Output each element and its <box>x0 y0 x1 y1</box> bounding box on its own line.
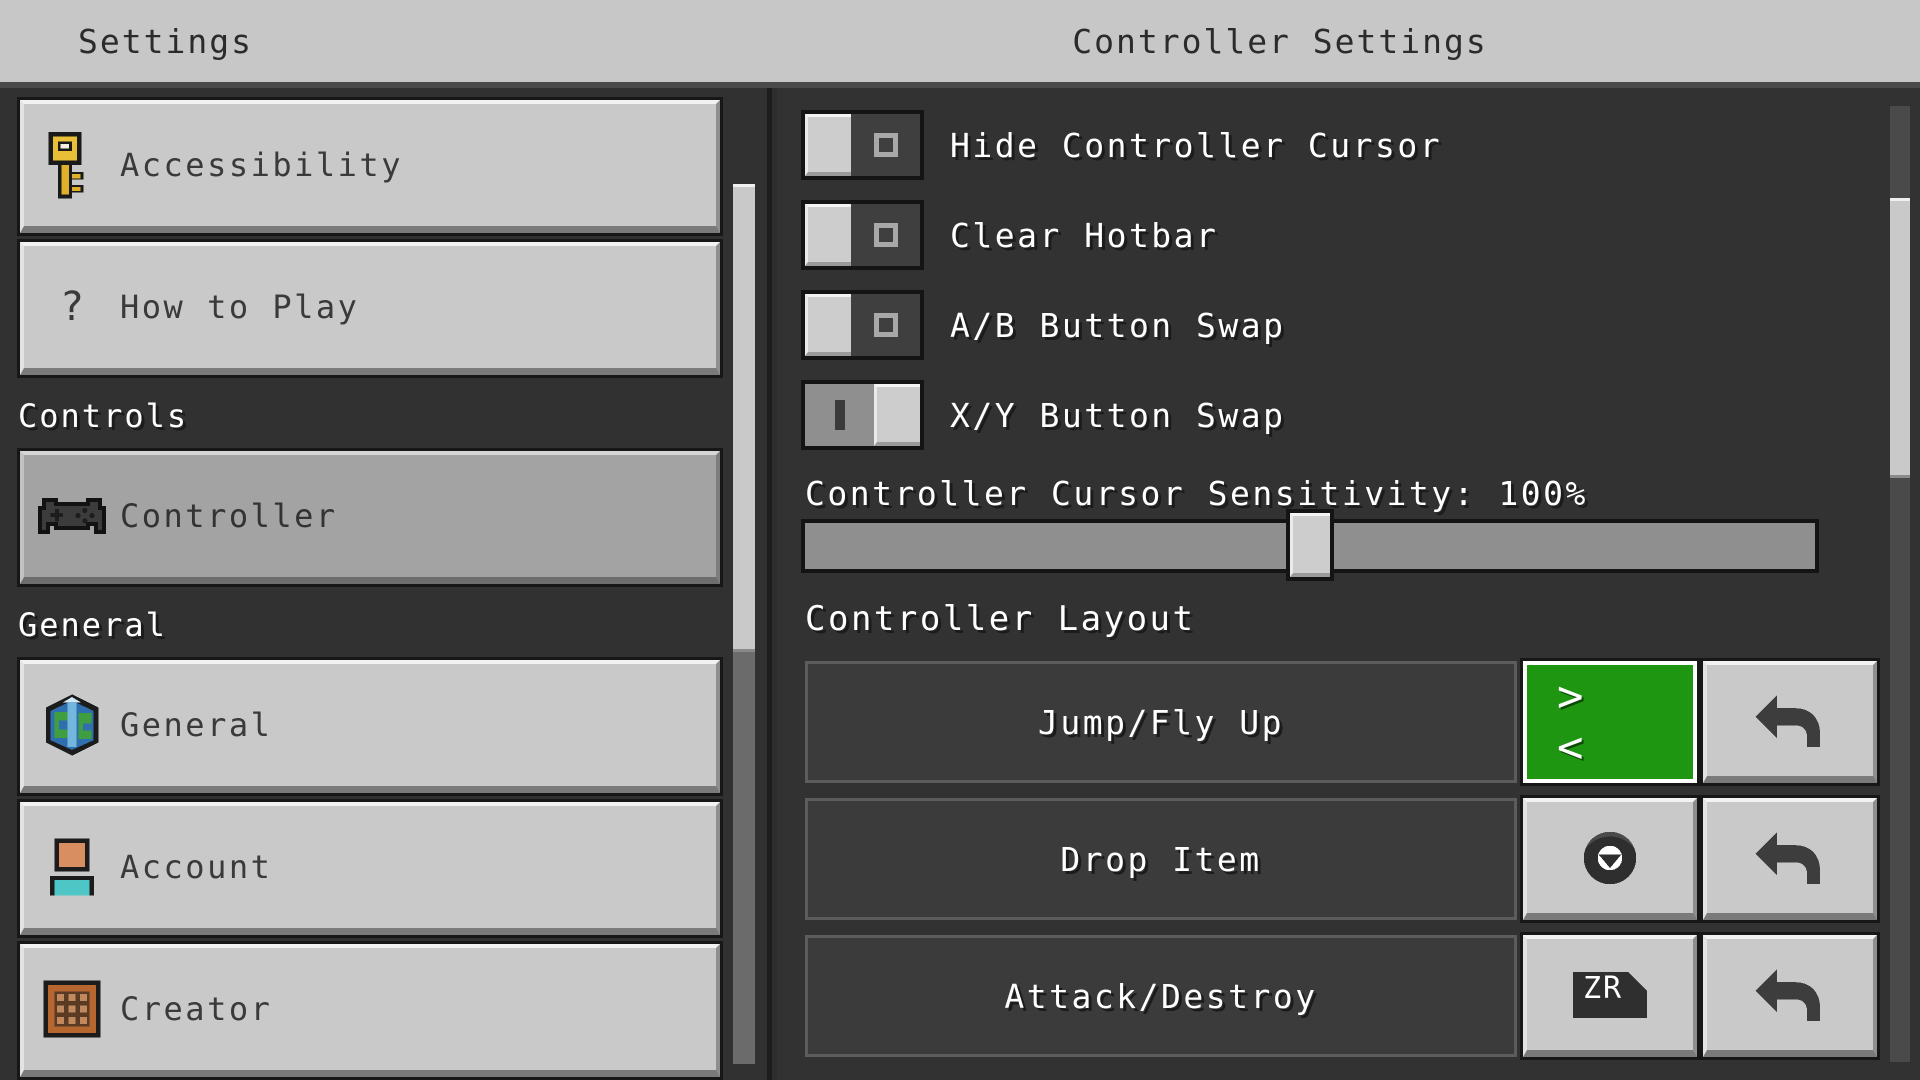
toggle-label: Clear Hotbar <box>950 215 1219 255</box>
toggle-off-icon <box>873 223 898 247</box>
key-icon <box>24 104 120 226</box>
binding-button-attack-destroy[interactable]: ZR <box>1520 932 1700 1060</box>
sidebar-item-label: General <box>120 706 273 744</box>
toggle-knob <box>805 114 851 176</box>
revert-button-attack-destroy[interactable] <box>1700 932 1880 1060</box>
setting-row-ab-button-swap: A/B Button Swap <box>801 280 1877 370</box>
toggle-track <box>851 294 920 356</box>
binding-row-drop-item: Drop Item <box>805 795 1880 923</box>
toggle-label: A/B Button Swap <box>950 305 1286 345</box>
question-mark-icon: ? <box>59 284 85 330</box>
sidebar-scrollbar-thumb[interactable] <box>733 184 755 652</box>
sidebar-item-account[interactable]: Account <box>17 799 723 938</box>
sidebar-item-label: Accessibility <box>120 146 403 184</box>
binding-row-jump-fly-up: Jump/Fly Up > < <box>805 658 1880 786</box>
trigger-button-icon: ZR <box>1564 957 1656 1033</box>
revert-button-drop-item[interactable] <box>1700 795 1880 923</box>
toggle-xy-button-swap[interactable] <box>801 380 924 450</box>
slider-knob[interactable] <box>1286 509 1334 581</box>
sidebar-item-label: Creator <box>120 990 273 1028</box>
toggle-label: X/Y Button Swap <box>950 395 1286 435</box>
binding-row-attack-destroy: Attack/Destroy ZR <box>805 932 1880 1060</box>
toggle-ab-button-swap[interactable] <box>801 290 924 360</box>
binding-glyph: ZR <box>1582 970 1624 1006</box>
binding-action-label: Jump/Fly Up <box>805 661 1517 783</box>
sidebar-item-label: Account <box>120 848 273 886</box>
toggle-off-icon <box>873 313 898 337</box>
toggle-track <box>805 384 874 446</box>
controller-settings-content: Hide Controller Cursor Clear Hotbar A/B … <box>777 88 1880 1072</box>
crafting-table-icon <box>24 948 120 1070</box>
header-bar: Settings Controller Settings <box>0 0 1920 88</box>
binding-action-label: Drop Item <box>805 798 1517 920</box>
toggle-track <box>851 204 920 266</box>
toggle-hide-controller-cursor[interactable] <box>801 110 924 180</box>
sidebar-item-general[interactable]: General <box>17 657 723 796</box>
setting-row-xy-button-swap: X/Y Button Swap <box>801 370 1877 460</box>
sidebar-item-controller[interactable]: Controller <box>17 448 723 587</box>
controller-settings-panel: Hide Controller Cursor Clear Hotbar A/B … <box>777 88 1920 1080</box>
player-head-icon <box>24 806 120 928</box>
binding-button-drop-item[interactable] <box>1520 795 1700 923</box>
sidebar-list: Accessibility ? How to Play Controls Con… <box>0 88 740 1080</box>
revert-arrow-icon <box>1755 968 1821 1021</box>
binding-glyph: > < <box>1557 671 1618 773</box>
analog-stick-icon <box>1583 831 1637 884</box>
sidebar-item-accessibility[interactable]: Accessibility <box>17 97 723 236</box>
controller-settings-title: Controller Settings <box>1072 22 1488 61</box>
setting-row-clear-hotbar: Clear Hotbar <box>801 190 1877 280</box>
revert-arrow-icon <box>1755 694 1821 747</box>
revert-button-jump-fly-up[interactable] <box>1700 658 1880 786</box>
section-header-general: General <box>18 606 167 644</box>
toggle-knob <box>805 204 851 266</box>
toggle-off-icon <box>873 133 898 157</box>
controller-settings-screen: Settings Controller Settings Accessibili… <box>0 0 1920 1080</box>
controller-layout-heading: Controller Layout <box>805 599 1196 639</box>
slider-label: Controller Cursor Sensitivity: 100% <box>805 474 1588 513</box>
gamepad-icon <box>24 455 120 577</box>
binding-button-jump-fly-up[interactable]: > < <box>1520 658 1700 786</box>
revert-arrow-icon <box>1755 831 1821 884</box>
earth-block-icon <box>24 664 120 786</box>
toggle-knob <box>805 294 851 356</box>
settings-title: Settings <box>78 22 253 61</box>
sidebar-item-creator[interactable]: Creator <box>17 941 723 1080</box>
controller-cursor-sensitivity-slider[interactable] <box>801 509 1819 581</box>
toggle-knob <box>874 384 920 446</box>
setting-row-hide-controller-cursor: Hide Controller Cursor <box>801 100 1877 190</box>
panel-scrollbar-thumb[interactable] <box>1890 198 1910 478</box>
sidebar-item-label: How to Play <box>120 288 360 326</box>
sidebar-item-label: Controller <box>120 497 338 535</box>
sidebar-item-how-to-play[interactable]: ? How to Play <box>17 239 723 378</box>
toggle-clear-hotbar[interactable] <box>801 200 924 270</box>
binding-action-label: Attack/Destroy <box>805 935 1517 1057</box>
toggle-on-icon <box>834 400 845 430</box>
toggle-track <box>851 114 920 176</box>
section-header-controls: Controls <box>18 397 189 435</box>
settings-sidebar: Accessibility ? How to Play Controls Con… <box>0 88 772 1080</box>
toggle-label: Hide Controller Cursor <box>950 125 1443 165</box>
